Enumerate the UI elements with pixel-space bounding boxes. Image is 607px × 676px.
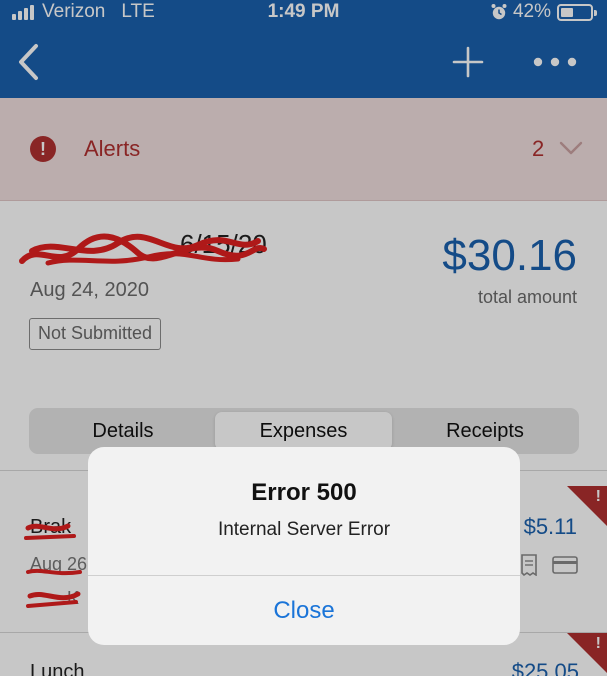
- error-dialog: Error 500 Internal Server Error Close: [88, 447, 520, 645]
- dialog-message: Internal Server Error: [217, 519, 391, 540]
- dialog-title: Error 500: [251, 479, 357, 506]
- close-button[interactable]: Close: [88, 576, 520, 645]
